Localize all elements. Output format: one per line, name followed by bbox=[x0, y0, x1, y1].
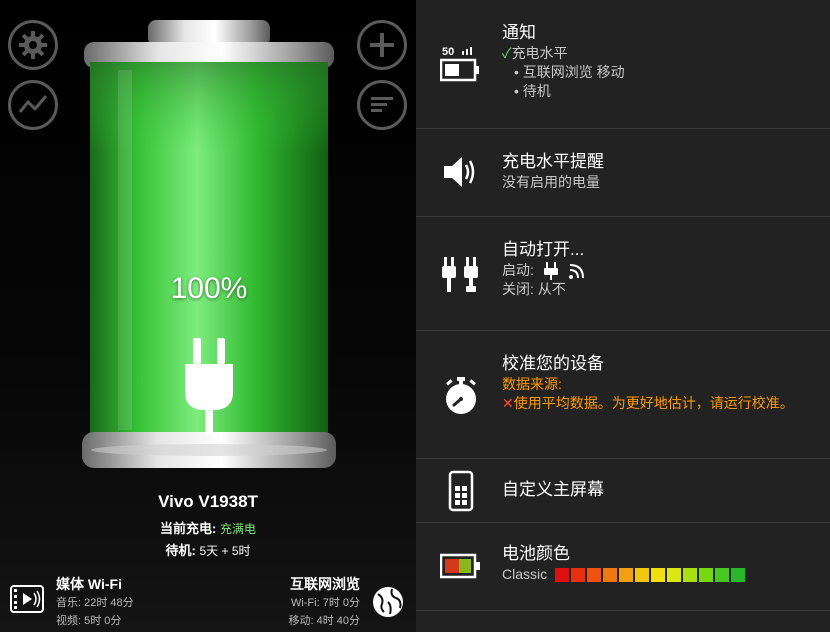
battery-graphic bbox=[82, 20, 336, 468]
settings-panel: 50 通知 ✓充电水平 • 互联网浏览 移动 • 待机 充电水平提醒 没有启用的… bbox=[416, 0, 830, 632]
battery-percentage: 100% bbox=[170, 272, 248, 305]
home-screen-row[interactable]: 自定义主屏幕 bbox=[416, 459, 830, 523]
color-swatch bbox=[699, 567, 714, 582]
settings-button[interactable] bbox=[8, 20, 58, 70]
globe-icon[interactable] bbox=[370, 584, 406, 620]
charge-label: 当前充电: bbox=[160, 521, 217, 536]
battery-color-title: 电池颜色 bbox=[502, 544, 570, 563]
color-swatch bbox=[619, 567, 634, 582]
standby-status: 待机: 5天 + 5时 bbox=[0, 540, 416, 559]
media-icon[interactable] bbox=[10, 584, 44, 614]
calibrate-message: 使用平均数据。为更好地估计，请运行校准。 bbox=[513, 395, 794, 411]
music-time: 音乐: 22时 48分 bbox=[56, 597, 134, 609]
internet-title: 互联网浏览 bbox=[290, 576, 360, 592]
history-chart-button[interactable] bbox=[8, 80, 58, 130]
calibrate-title: 校准您的设备 bbox=[502, 354, 604, 373]
internet-usage[interactable]: 互联网浏览 Wi-Fi: 7时 0分 移动: 4时 40分 bbox=[288, 574, 360, 630]
charge-value: 充满电 bbox=[219, 522, 256, 536]
color-swatch bbox=[635, 567, 650, 582]
plug-pair-icon bbox=[442, 257, 478, 292]
chart-icon bbox=[18, 95, 48, 113]
media-usage[interactable]: 媒体 Wi-Fi 音乐: 22时 48分 视频: 5时 0分 bbox=[56, 574, 134, 630]
color-battery-icon bbox=[440, 553, 480, 579]
battery-color-text: 电池颜色 Classic bbox=[502, 543, 746, 584]
wifi-time: Wi-Fi: 7时 0分 bbox=[290, 597, 360, 609]
color-swatch bbox=[555, 567, 570, 582]
data-source-label: 数据来源: bbox=[502, 376, 562, 392]
color-swatch bbox=[667, 567, 682, 582]
level-alert-text: 充电水平提醒 没有启用的电量 bbox=[502, 151, 604, 192]
stopwatch-icon bbox=[446, 377, 476, 414]
level-alert-row[interactable]: 充电水平提醒 没有启用的电量 bbox=[416, 129, 830, 217]
small-plug-icon bbox=[543, 261, 558, 280]
auto-on-text: 自动打开... 启动: 关闭: 从不 bbox=[502, 239, 586, 299]
notification-battery-icon: 50 bbox=[440, 46, 479, 82]
start-label: 启动: bbox=[502, 262, 534, 278]
list-icon bbox=[371, 97, 393, 112]
wifi-signal-icon bbox=[568, 263, 584, 279]
check-mark: ✓ bbox=[502, 45, 512, 61]
add-button[interactable] bbox=[357, 20, 407, 70]
color-swatch bbox=[603, 567, 618, 582]
color-swatch bbox=[683, 567, 698, 582]
color-swatch bbox=[587, 567, 602, 582]
notification-line2: • 互联网浏览 移动 bbox=[514, 64, 625, 80]
auto-on-row[interactable]: 自动打开... 启动: 关闭: 从不 bbox=[416, 217, 830, 331]
speaker-icon bbox=[444, 157, 475, 187]
auto-on-title: 自动打开... bbox=[502, 240, 585, 259]
cross-mark: ✕ bbox=[502, 395, 514, 411]
charge-status: 当前充电: 充满电 bbox=[0, 518, 416, 537]
notification-text: 通知 ✓充电水平 • 互联网浏览 移动 • 待机 bbox=[502, 22, 625, 101]
color-swatch bbox=[571, 567, 586, 582]
theme-name: Classic bbox=[502, 566, 548, 582]
standby-value: 5天 + 5时 bbox=[199, 544, 251, 558]
notification-line3: • 待机 bbox=[514, 83, 551, 99]
home-screen-title: 自定义主屏幕 bbox=[502, 480, 604, 499]
battery-panel: 100% Vivo V1938T 当前充电: 充满电 待机: 5天 + 5时 媒… bbox=[0, 0, 416, 632]
device-name: Vivo V1938T bbox=[158, 492, 258, 511]
plus-icon bbox=[370, 33, 394, 57]
home-screen-text: 自定义主屏幕 bbox=[502, 479, 604, 501]
standby-label: 待机: bbox=[165, 543, 196, 558]
level-alert-title: 充电水平提醒 bbox=[502, 152, 604, 171]
close-label: 关闭: 从不 bbox=[502, 281, 566, 297]
battery-color-row[interactable]: 电池颜色 Classic bbox=[416, 523, 830, 611]
notification-line1: 充电水平 bbox=[511, 45, 568, 61]
mobile-time: 移动: 4时 40分 bbox=[288, 615, 360, 627]
media-title: 媒体 Wi-Fi bbox=[56, 576, 122, 592]
color-swatch bbox=[731, 567, 746, 582]
details-button[interactable] bbox=[357, 80, 407, 130]
calibrate-row[interactable]: 校准您的设备 数据来源: ✕使用平均数据。为更好地估计，请运行校准。 bbox=[416, 331, 830, 459]
gear-icon bbox=[19, 31, 47, 59]
badge-text: 50 bbox=[442, 46, 454, 58]
calibrate-text: 校准您的设备 数据来源: ✕使用平均数据。为更好地估计，请运行校准。 bbox=[502, 353, 822, 413]
level-alert-sub: 没有启用的电量 bbox=[502, 174, 600, 190]
color-swatch bbox=[715, 567, 730, 582]
notification-title: 通知 bbox=[502, 23, 536, 42]
phone-icon bbox=[448, 470, 474, 512]
video-time: 视频: 5时 0分 bbox=[56, 615, 122, 627]
color-swatch bbox=[651, 567, 666, 582]
color-swatches bbox=[555, 567, 746, 582]
notification-row[interactable]: 50 通知 ✓充电水平 • 互联网浏览 移动 • 待机 bbox=[416, 0, 830, 129]
